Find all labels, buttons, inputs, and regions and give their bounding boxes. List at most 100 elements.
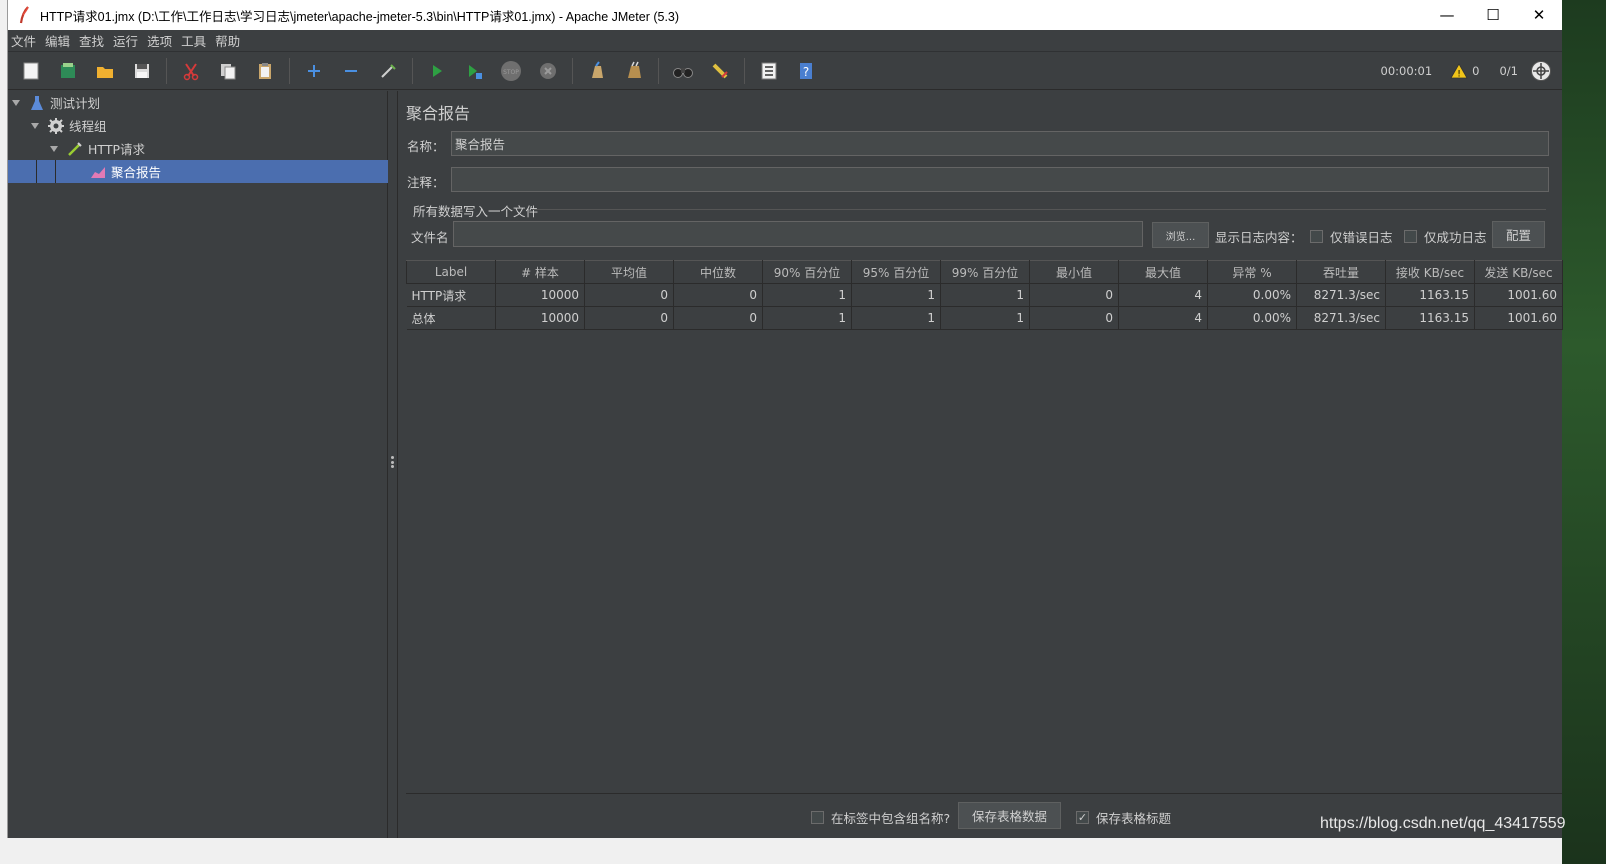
clear-all-button[interactable] (621, 58, 647, 84)
reset-search-icon (712, 63, 728, 78)
cut-button[interactable] (178, 58, 204, 84)
warning-icon[interactable]: ! (1450, 63, 1468, 79)
filename-field[interactable] (453, 221, 1143, 247)
minimize-button[interactable]: — (1424, 0, 1470, 30)
table-row[interactable]: HTTP请求 10000 0 0 1 1 1 0 4 0.00% 8271.3/… (406, 283, 1563, 307)
table-cell: 1163.15 (1385, 306, 1475, 330)
table-cell: 0 (584, 306, 674, 330)
table-cell: 8271.3/sec (1296, 283, 1386, 307)
active-threads: 0/1 (1499, 64, 1518, 78)
tree-item-thread-group[interactable]: 线程组 (31, 114, 107, 137)
menu-file[interactable]: 文件 (11, 31, 36, 50)
help-button[interactable]: ? (793, 58, 819, 84)
new-file-icon (23, 62, 39, 79)
table-cell: 10000 (495, 283, 585, 307)
table-cell: 4 (1118, 306, 1208, 330)
log-display-label: 显示日志内容： (1215, 230, 1303, 245)
save-table-data-button[interactable]: 保存表格数据 (958, 802, 1061, 829)
expand-arrow-icon[interactable] (31, 122, 39, 129)
menu-edit[interactable]: 编辑 (45, 31, 70, 50)
save-table-header-checkbox[interactable]: ✓ 保存表格标题 (1076, 808, 1171, 827)
column-header-samples[interactable]: # 样本 (495, 260, 585, 284)
scissors-icon (183, 62, 199, 80)
table-cell: 0.00% (1207, 283, 1297, 307)
toolbar-separator (658, 57, 659, 84)
drag-handle-icon[interactable] (391, 456, 394, 468)
menu-help[interactable]: 帮助 (215, 31, 240, 50)
name-label: 名称： (407, 139, 445, 154)
checkbox-label: 保存表格标题 (1096, 811, 1172, 826)
close-button[interactable]: ✕ (1516, 0, 1562, 30)
column-header-throughput[interactable]: 吞吐量 (1296, 260, 1386, 284)
checkbox-label: 仅成功日志 (1424, 230, 1487, 245)
play-icon (433, 64, 442, 77)
maximize-button[interactable]: ☐ (1470, 0, 1516, 30)
column-header-99-percentile[interactable]: 99% 百分位 (940, 260, 1030, 284)
table-cell: 1001.60 (1474, 283, 1563, 307)
checkbox-box[interactable] (1310, 230, 1323, 243)
success-only-checkbox[interactable]: 仅成功日志 (1404, 227, 1487, 246)
stop-button[interactable]: STOP (498, 58, 524, 84)
clear-broom-icon (592, 60, 603, 78)
tree-guide-line (55, 160, 56, 183)
shutdown-button[interactable] (535, 58, 561, 84)
table-row[interactable]: 总体 10000 0 0 1 1 1 0 4 0.00% 8271.3/sec … (406, 306, 1563, 330)
column-header-received-kb[interactable]: 接收 KB/sec (1385, 260, 1475, 284)
tree-item-aggregate-report[interactable]: 聚合报告 (8, 160, 388, 183)
table-cell: 1 (851, 306, 941, 330)
table-scroll-area[interactable] (406, 260, 1562, 792)
configure-button[interactable]: 配置 (1492, 221, 1545, 248)
start-no-pauses-button[interactable] (461, 58, 487, 84)
minus-icon (345, 69, 357, 72)
browse-button[interactable]: 浏览... (1152, 222, 1209, 248)
collapse-all-button[interactable] (338, 58, 364, 84)
include-group-name-checkbox[interactable]: 在标签中包含组名称? (811, 808, 950, 827)
comment-field[interactable] (451, 167, 1549, 192)
templates-button[interactable] (55, 58, 81, 84)
checkbox-box[interactable] (811, 811, 824, 824)
table-cell: HTTP请求 (406, 283, 496, 307)
checkbox-box[interactable] (1404, 230, 1417, 243)
column-header-label[interactable]: Label (406, 260, 496, 284)
elapsed-timer: 00:00:01 (1380, 64, 1433, 78)
open-button[interactable] (92, 58, 118, 84)
menu-search[interactable]: 查找 (79, 31, 104, 50)
save-button[interactable] (129, 58, 155, 84)
split-pane-divider[interactable] (388, 91, 398, 838)
shutdown-icon (540, 62, 556, 79)
column-header-max[interactable]: 最大值 (1118, 260, 1208, 284)
copy-button[interactable] (215, 58, 241, 84)
tree-item-http-request[interactable]: HTTP请求 (50, 137, 145, 160)
svg-text:?: ? (803, 65, 809, 79)
expand-all-button[interactable] (301, 58, 327, 84)
column-header-average[interactable]: 平均值 (584, 260, 674, 284)
function-helper-button[interactable] (756, 58, 782, 84)
tree-item-test-plan[interactable]: 测试计划 (12, 91, 100, 114)
expand-arrow-icon[interactable] (12, 99, 20, 106)
start-button[interactable] (424, 58, 450, 84)
search-button[interactable] (670, 58, 696, 84)
column-header-min[interactable]: 最小值 (1029, 260, 1119, 284)
column-header-median[interactable]: 中位数 (673, 260, 763, 284)
expand-arrow-icon[interactable] (50, 145, 58, 152)
paste-button[interactable] (252, 58, 278, 84)
menu-options[interactable]: 选项 (147, 31, 172, 50)
reset-search-button[interactable] (707, 58, 733, 84)
toggle-button[interactable] (375, 58, 401, 84)
menu-tools[interactable]: 工具 (181, 31, 206, 50)
warning-count: 0 (1472, 64, 1480, 78)
name-field[interactable]: 聚合报告 (451, 131, 1549, 156)
column-header-90-percentile[interactable]: 90% 百分位 (762, 260, 852, 284)
column-header-error-percent[interactable]: 异常 % (1207, 260, 1297, 284)
results-table: Label # 样本 平均值 中位数 90% 百分位 95% 百分位 99% 百… (406, 260, 1563, 330)
clear-all-broom-icon (628, 61, 641, 78)
new-button[interactable] (18, 58, 44, 84)
column-header-95-percentile[interactable]: 95% 百分位 (851, 260, 941, 284)
stop-icon: STOP (501, 60, 521, 81)
checkbox-checked-box[interactable]: ✓ (1076, 811, 1089, 824)
errors-only-checkbox[interactable]: 仅错误日志 (1310, 227, 1393, 246)
paste-clipboard-icon (259, 62, 271, 79)
clear-button[interactable] (584, 58, 610, 84)
column-header-sent-kb[interactable]: 发送 KB/sec (1474, 260, 1563, 284)
menu-run[interactable]: 运行 (113, 31, 138, 50)
